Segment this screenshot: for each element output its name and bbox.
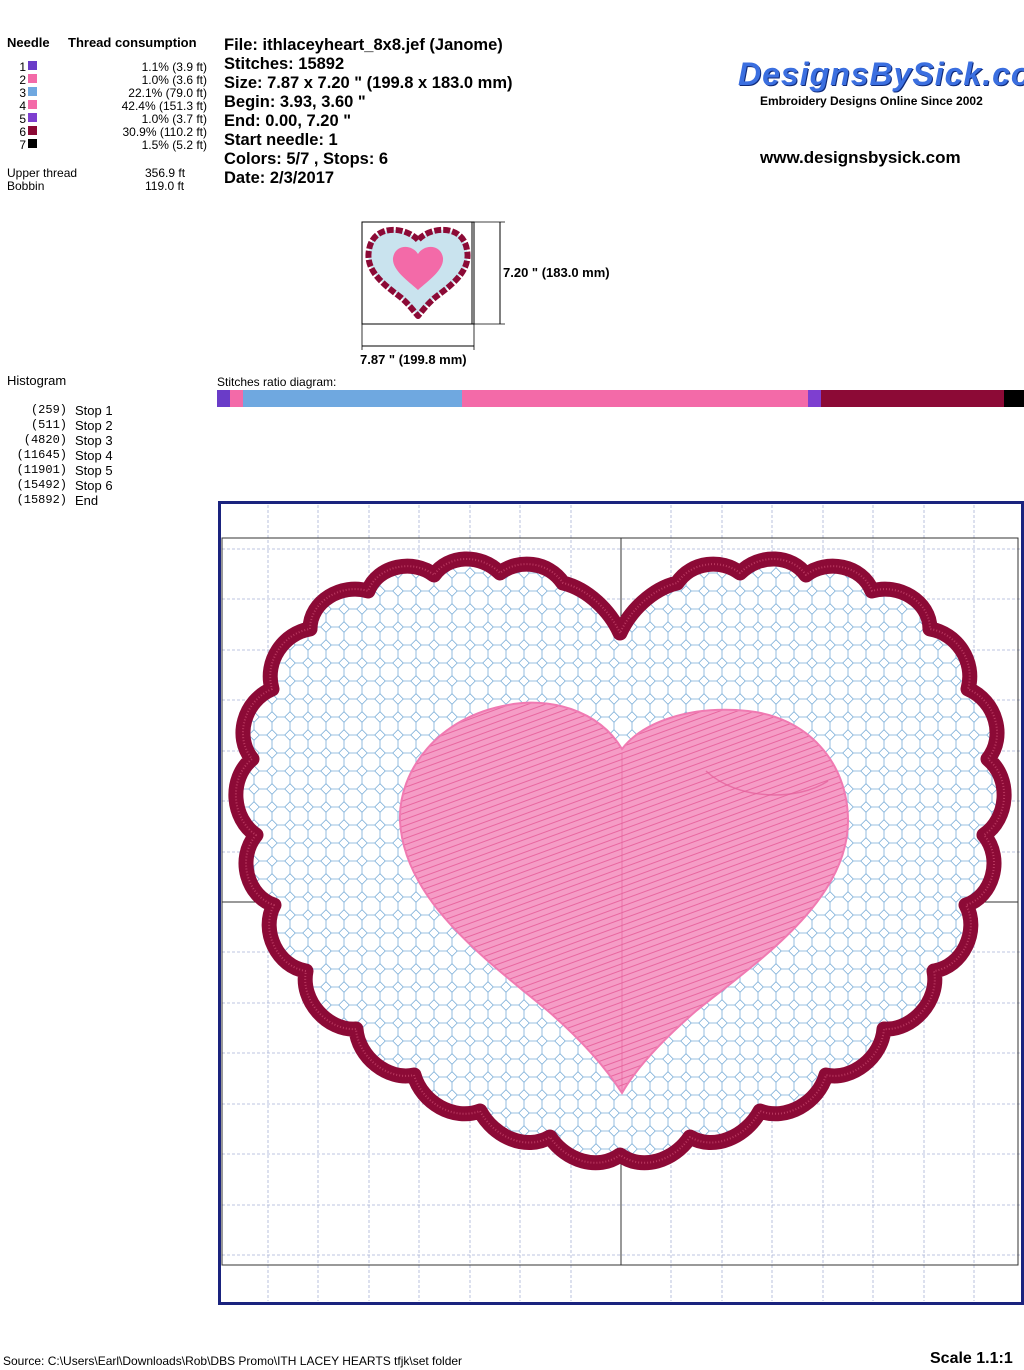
thread-consumption: 30.9% (110.2 ft) [122, 125, 208, 139]
histogram-label: Stop 2 [75, 418, 113, 433]
brand-logo: DesignsBySick.com [738, 56, 1024, 92]
histogram-count: (4820) [23, 433, 67, 447]
thread-table: 1 1.1% (3.9 ft) 2 1.0% (3.6 ft) 3 22.1% (79.0… [0, 60, 215, 155]
file-name: File: ithlaceyheart_8x8.jef (Janome) [224, 36, 503, 54]
upper-thread-value: 356.9 ft [145, 166, 186, 180]
thumbnail-width-label: 7.87 " (199.8 mm) [360, 352, 467, 367]
thread-consumption: 1.0% (3.7 ft) [141, 112, 207, 126]
histogram-count: (15892) [16, 493, 67, 507]
ratio-segment [242, 390, 463, 407]
thread-consumption: 42.4% (151.3 ft) [121, 99, 207, 113]
thread-color-swatch [28, 126, 37, 135]
upper-thread-label: Upper thread [7, 166, 78, 180]
thread-color-swatch [28, 139, 37, 148]
histogram-title: Histogram [7, 373, 67, 388]
design-thumbnail [361, 221, 505, 350]
colors-stops: Colors: 5/7 , Stops: 6 [224, 150, 389, 168]
begin-point: Begin: 3.93, 3.60 " [224, 93, 366, 111]
bobbin-value: 119.0 ft [145, 179, 185, 193]
needle-number: 2 [19, 73, 26, 87]
start-needle: Start needle: 1 [224, 131, 338, 149]
thread-color-swatch [28, 61, 37, 70]
design-preview [218, 501, 1024, 1305]
thread-color-swatch [28, 87, 37, 96]
brand-website: www.designsbysick.com [760, 148, 961, 167]
histogram-label: Stop 5 [75, 463, 113, 478]
histogram-count: (15492) [16, 478, 67, 492]
needle-number: 5 [19, 112, 26, 126]
end-point: End: 0.00, 7.20 " [224, 112, 352, 130]
histogram-label: End [75, 493, 99, 508]
histogram-count: (259) [30, 403, 67, 417]
thread-color-swatch [28, 74, 37, 83]
ratio-segment [808, 390, 822, 407]
design-size: Size: 7.87 x 7.20 " (199.8 x 183.0 mm) [224, 74, 513, 92]
histogram-label: Stop 1 [75, 403, 113, 418]
source-path: Source: C:\Users\Earl\Downloads\Rob\DBS … [3, 1354, 463, 1368]
brand-tagline: Embroidery Designs Online Since 2002 [760, 94, 983, 108]
histogram-count: (511) [30, 418, 67, 432]
ratio-segment [230, 390, 244, 407]
histogram-label: Stop 4 [75, 448, 113, 463]
needle-number: 3 [19, 86, 26, 100]
histogram-list: (259) Stop 1 (511) Stop 2 (4820) Stop 3 (11645… [7, 403, 167, 513]
needle-header: Needle [7, 35, 50, 50]
thread-color-swatch [28, 100, 37, 109]
ratio-segment [461, 390, 809, 407]
ratio-segment [217, 390, 231, 407]
scale-label: Scale 1.1:1 [930, 1350, 1013, 1367]
consumption-header: Thread consumption [68, 35, 197, 50]
thread-color-swatch [28, 113, 37, 122]
histogram-count: (11645) [16, 448, 67, 462]
histogram-label: Stop 6 [75, 478, 113, 493]
ratio-segment [821, 390, 1005, 407]
design-date: Date: 2/3/2017 [224, 169, 335, 187]
thread-consumption: 1.1% (3.9 ft) [141, 60, 207, 74]
stitch-ratio-bar [217, 390, 1024, 407]
needle-number: 4 [19, 99, 26, 113]
histogram-count: (11901) [16, 463, 67, 477]
histogram-label: Stop 3 [75, 433, 113, 448]
needle-number: 7 [19, 138, 26, 152]
ratio-segment [1003, 390, 1024, 407]
thread-consumption: 22.1% (79.0 ft) [128, 86, 207, 100]
thread-consumption: 1.5% (5.2 ft) [141, 138, 207, 152]
stitch-count: Stitches: 15892 [224, 55, 345, 73]
bobbin-label: Bobbin [7, 179, 45, 193]
thread-consumption: 1.0% (3.6 ft) [141, 73, 207, 87]
thumbnail-height-label: 7.20 " (183.0 mm) [503, 265, 610, 280]
needle-number: 1 [19, 60, 26, 74]
needle-number: 6 [19, 125, 26, 139]
ratio-title: Stitches ratio diagram: [217, 375, 337, 389]
